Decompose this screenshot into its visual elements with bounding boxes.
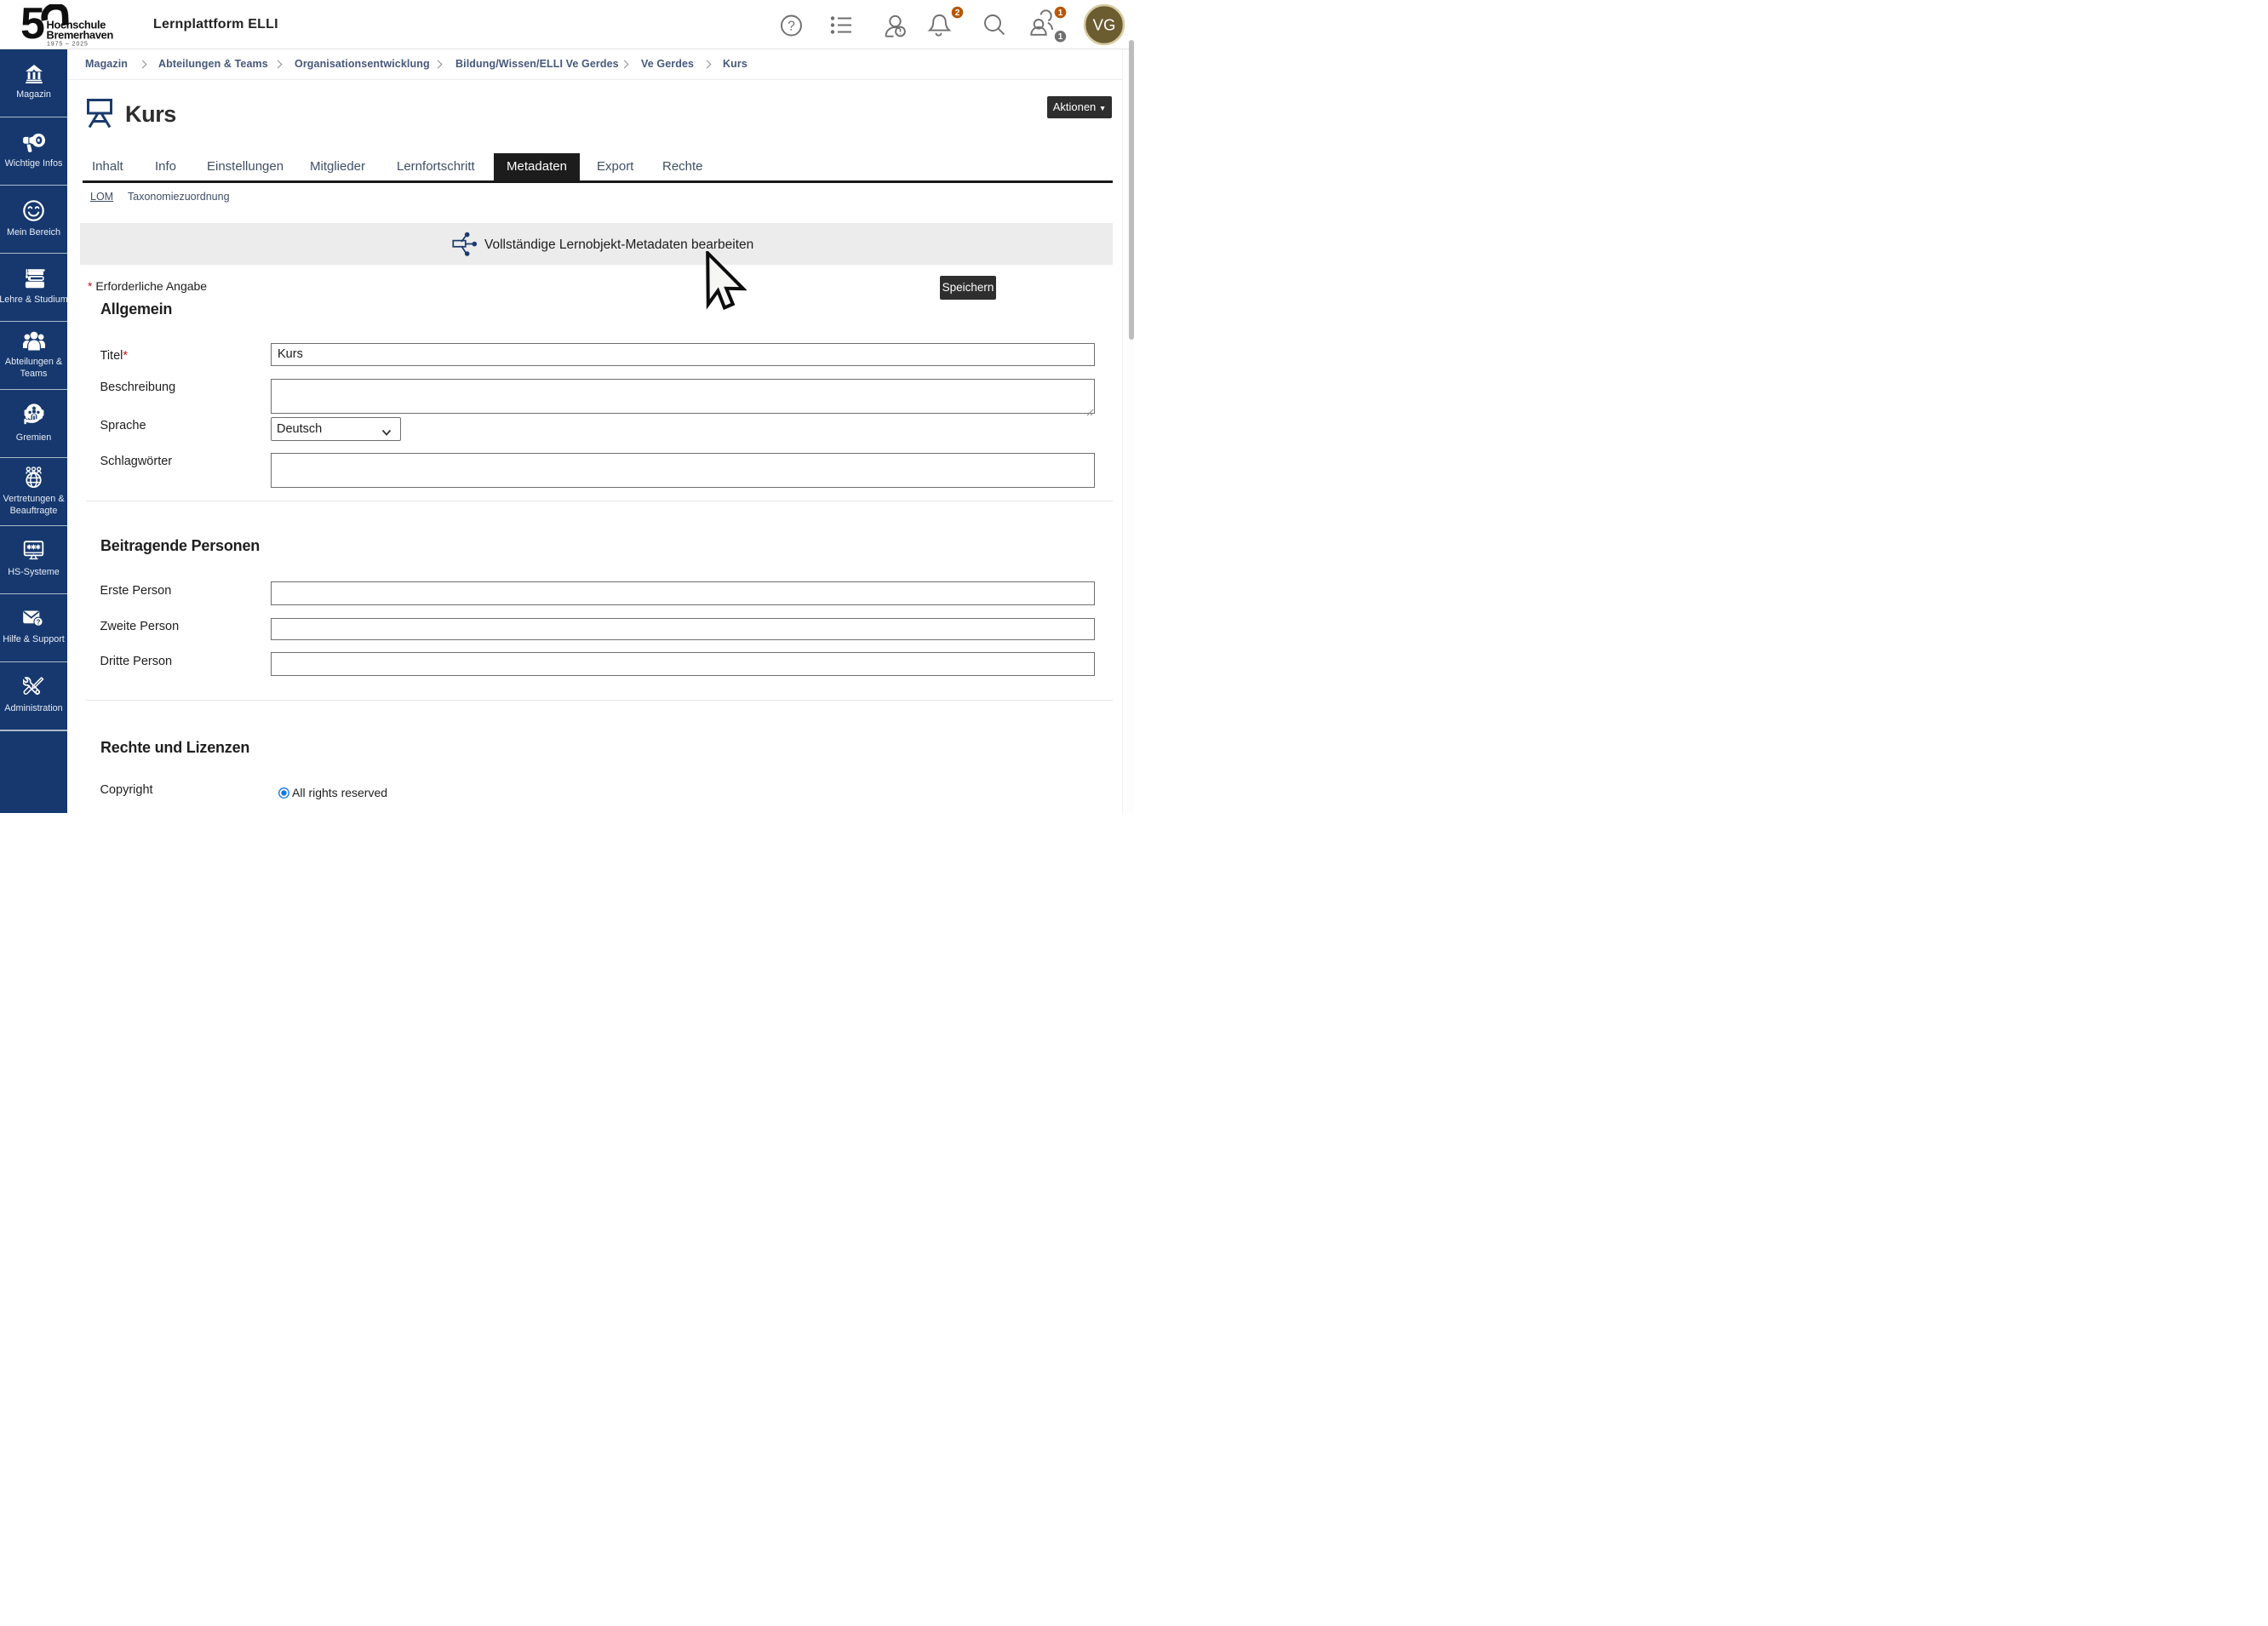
svg-text:?: ?	[37, 618, 41, 626]
svg-text:?: ?	[788, 20, 795, 34]
svg-text:Bremerhaven: Bremerhaven	[47, 29, 114, 42]
svg-text:1975 – 2025: 1975 – 2025	[47, 42, 89, 48]
svg-text:2: 2	[955, 9, 960, 18]
svg-text:1: 1	[1058, 9, 1063, 18]
svg-text:5: 5	[21, 4, 44, 47]
svg-text:VG: VG	[1093, 16, 1116, 34]
svg-text:1: 1	[1058, 32, 1063, 42]
